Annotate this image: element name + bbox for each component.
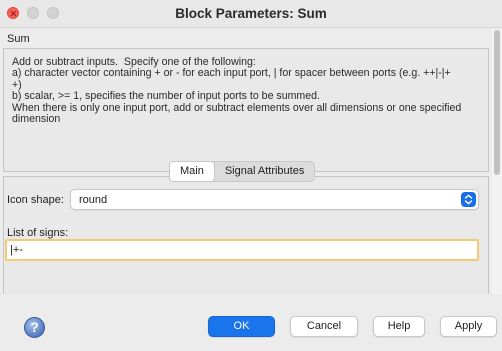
window-title: Block Parameters: Sum [175, 6, 327, 21]
list-of-signs-label: List of signs: [7, 227, 69, 239]
title-bar: Block Parameters: Sum [0, 0, 502, 28]
ok-button[interactable]: OK [208, 316, 275, 337]
dialog-content: Sum Add or subtract inputs. Specify one … [0, 29, 490, 294]
list-of-signs-input[interactable] [5, 239, 479, 261]
block-description: Add or subtract inputs. Specify one of t… [12, 56, 462, 126]
apply-button[interactable]: Apply [440, 316, 497, 337]
description-box: Add or subtract inputs. Specify one of t… [3, 48, 489, 172]
icon-shape-value: round [79, 194, 108, 206]
tab-main[interactable]: Main [169, 161, 215, 182]
dialog-footer: ? OK Cancel Help Apply [0, 294, 502, 351]
icon-shape-label: Icon shape: [7, 194, 64, 206]
tab-signal-attributes[interactable]: Signal Attributes [215, 162, 315, 181]
help-question-icon[interactable]: ? [24, 317, 45, 338]
block-name: Sum [7, 33, 30, 45]
cancel-button[interactable]: Cancel [290, 316, 358, 337]
tab-bar: Main Signal Attributes [169, 161, 316, 182]
scrollbar-thumb[interactable] [494, 30, 500, 175]
help-button[interactable]: Help [373, 316, 425, 337]
icon-shape-select[interactable]: round [70, 189, 479, 210]
updown-chevron-icon[interactable] [461, 192, 476, 207]
scrollbar[interactable] [492, 29, 502, 294]
